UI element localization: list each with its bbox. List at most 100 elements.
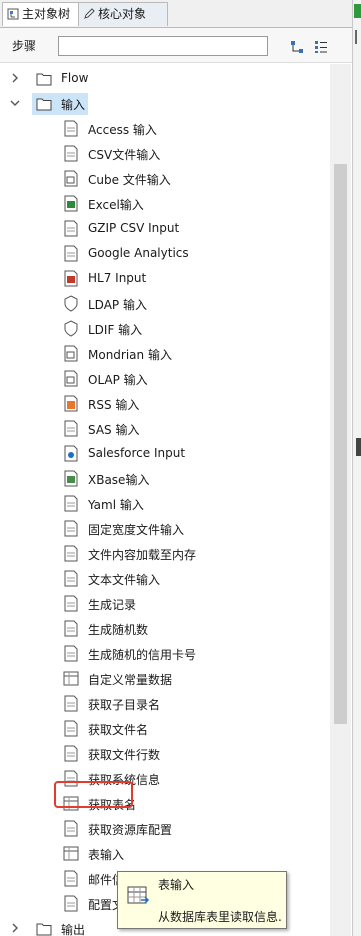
tree-step-item[interactable]: Google Analytics [0,242,330,266]
tree-step-item[interactable]: Yaml 输入 [0,492,330,516]
step-tooltip: 表输入 从数据库表里读取信息. [117,871,287,929]
tree-step-item[interactable]: 获取表名 [0,792,330,816]
tree-step-item[interactable]: Salesforce Input [0,442,330,466]
steps-panel: 主对象树 核心对象 步骤 Flow 输入 Access 输入 CSV文件输入 Cube … [0,0,353,936]
tab-label: 主对象树 [22,7,71,21]
tree-step-item[interactable]: RSS 输入 [0,392,330,416]
tree-step-item[interactable]: 文件内容加载至内存 [0,542,330,566]
tree-category-flow[interactable]: Flow [0,67,330,91]
tree-structure-icon[interactable] [290,40,304,54]
tree-step-item[interactable]: 文本文件输入 [0,567,330,591]
yaml-icon [64,495,78,512]
excel-icon [64,195,78,212]
xbase-icon [64,470,78,487]
step-label: LDIF 输入 [88,323,143,337]
tree-step-item[interactable]: 自定义常量数据 [0,667,330,691]
tree-step-item[interactable]: OLAP 输入 [0,367,330,391]
gzip-csv-icon [64,220,78,237]
tooltip-description: 从数据库表里读取信息. [158,910,282,924]
tree-step-item[interactable]: HL7 Input [0,267,330,291]
mondrian-cube-icon [64,345,78,362]
step-label: LDAP 输入 [88,298,147,312]
tree-step-item[interactable]: 固定宽度文件输入 [0,517,330,541]
hl7-icon [64,270,78,287]
csv-file-icon [64,145,78,162]
tab-core-objects[interactable]: 核心对象 [78,2,168,26]
search-row: 步骤 [0,28,352,63]
step-label: RSS 输入 [88,398,140,412]
search-input[interactable] [58,36,268,56]
step-label: GZIP CSV Input [88,221,180,235]
access-icon [64,120,78,137]
tab-main-object-tree[interactable]: 主对象树 [2,2,86,26]
right-editor-strip [353,0,361,936]
config-file-icon [64,895,78,912]
step-label: Yaml 输入 [88,498,144,512]
step-label: 生成记录 [88,598,137,612]
generate-rows-icon [64,595,78,612]
tree-step-item[interactable]: Access 输入 [0,117,330,141]
tree-step-item[interactable]: CSV文件输入 [0,142,330,166]
tree-step-item[interactable]: GZIP CSV Input [0,217,330,241]
chevron-down-icon[interactable] [9,97,21,109]
tree-step-item[interactable]: 获取文件行数 [0,742,330,766]
ldap-shield-icon [64,295,78,312]
step-label: Excel输入 [88,198,144,212]
tree-step-item[interactable]: 生成随机数 [0,617,330,641]
ldif-shield-icon [64,320,78,337]
step-label: XBase输入 [88,473,150,487]
step-label: 文本文件输入 [88,573,161,587]
tree-step-item[interactable]: 获取系统信息 [0,767,330,791]
pencil-icon [84,8,95,19]
google-analytics-icon [64,245,78,262]
step-label: 获取子目录名 [88,698,161,712]
load-file-memory-icon [64,545,78,562]
divider-mark [355,30,361,44]
folder-icon [36,73,52,86]
vertical-scrollbar[interactable] [330,64,351,936]
tree-step-item[interactable]: 获取子目录名 [0,692,330,716]
chevron-right-icon[interactable] [9,72,21,84]
tree-step-item[interactable]: 表输入 [0,842,330,866]
step-label: 生成随机的信用卡号 [88,648,197,662]
chevron-right-icon[interactable] [9,922,21,934]
tree-step-item[interactable]: 生成记录 [0,592,330,616]
sas-icon [64,420,78,437]
tree-step-item[interactable]: LDIF 输入 [0,317,330,341]
step-label: 获取资源库配置 [88,823,173,837]
tree-category-input[interactable]: 输入 [0,92,330,116]
tab-bar: 主对象树 核心对象 [0,0,352,28]
get-filename-icon [64,720,78,737]
tree-step-item[interactable]: 生成随机的信用卡号 [0,642,330,666]
step-label: SAS 输入 [88,423,140,437]
repository-config-icon [64,820,78,837]
tree-step-item[interactable]: SAS 输入 [0,417,330,441]
tree-step-item[interactable]: LDAP 输入 [0,292,330,316]
table-input-icon [63,846,79,861]
scrollbar-thumb[interactable] [334,164,347,724]
tree-step-item[interactable]: Cube 文件输入 [0,167,330,191]
category-label: 输出 [61,923,86,936]
tree-step-item[interactable]: 获取资源库配置 [0,817,330,841]
tree-step-item[interactable]: XBase输入 [0,467,330,491]
tree-step-item[interactable]: Excel输入 [0,192,330,216]
rss-icon [64,395,78,412]
tree-step-item[interactable]: Mondrian 输入 [0,342,330,366]
email-icon [64,870,78,887]
search-label: 步骤 [12,39,37,53]
step-label: 获取文件名 [88,723,149,737]
step-label: Cube 文件输入 [88,173,171,187]
random-number-icon [64,620,78,637]
folder-icon [36,923,52,936]
step-label: Access 输入 [88,123,157,137]
step-label: 生成随机数 [88,623,149,637]
tree-step-item[interactable]: 获取文件名 [0,717,330,741]
run-status-icon [354,4,361,18]
constant-data-icon [63,671,79,686]
fixed-width-file-icon [64,520,78,537]
list-icon[interactable] [314,40,328,54]
tooltip-title: 表输入 [158,878,195,892]
highlight-box [54,781,133,808]
folder-icon [36,98,52,111]
step-label: HL7 Input [88,271,147,285]
